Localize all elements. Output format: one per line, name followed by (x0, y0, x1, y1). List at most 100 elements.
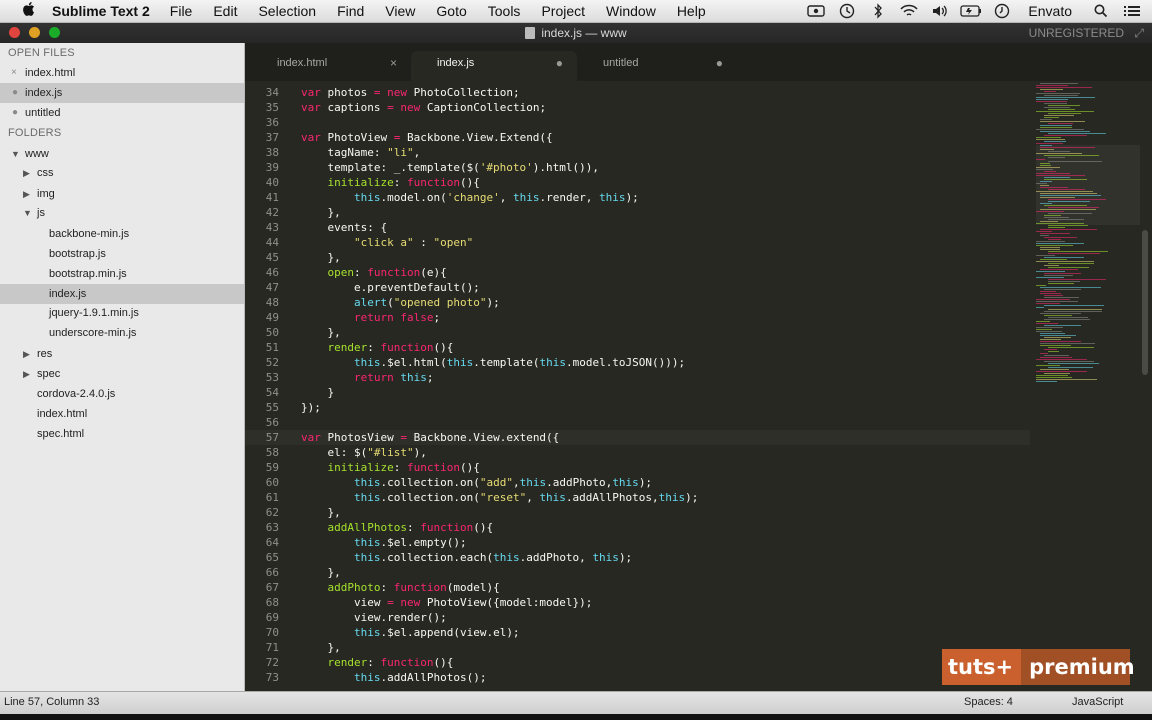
code-line[interactable]: events: { (301, 221, 387, 234)
vertical-scrollbar[interactable] (1142, 230, 1148, 375)
triangle-right-icon[interactable]: ▶ (23, 163, 30, 183)
fullscreen-icon[interactable]: ⤢ (1134, 26, 1144, 41)
unsaved-dot-icon[interactable]: ● (556, 56, 563, 70)
code-line[interactable]: } (301, 386, 334, 399)
menu-file[interactable]: File (170, 3, 193, 19)
code-editor[interactable]: var photos = new PhotoCollection; var cap… (285, 81, 1030, 691)
menu-find[interactable]: Find (337, 3, 364, 19)
unsaved-dot-icon[interactable]: ● (716, 56, 723, 70)
menu-edit[interactable]: Edit (213, 3, 237, 19)
minimap-line (1040, 131, 1090, 132)
folder-item-spec[interactable]: ▶ spec (0, 364, 244, 384)
tab-untitled[interactable]: untitled ● (577, 51, 737, 81)
code-line[interactable]: addAllPhotos: function(){ (301, 521, 494, 534)
folder-item-res[interactable]: ▶ res (0, 344, 244, 364)
code-line[interactable]: view.render(); (301, 611, 447, 624)
code-line[interactable]: }); (301, 401, 321, 414)
wifi-icon[interactable] (898, 3, 920, 19)
code-line[interactable]: addPhoto: function(model){ (301, 581, 500, 594)
code-line[interactable]: this.$el.append(view.el); (301, 626, 520, 639)
clock-icon[interactable] (991, 3, 1013, 19)
file-item[interactable]: bootstrap.min.js (0, 264, 244, 284)
code-line[interactable]: var captions = new CaptionCollection; (301, 101, 546, 114)
triangle-down-icon[interactable]: ▼ (23, 203, 32, 223)
code-line[interactable]: this.model.on('change', this.render, thi… (301, 191, 639, 204)
volume-icon[interactable] (929, 3, 951, 19)
minimap-line (1036, 169, 1053, 170)
file-item-selected[interactable]: index.js (0, 284, 244, 304)
folder-item-img[interactable]: ▶ img (0, 184, 244, 204)
close-icon[interactable]: × (11, 63, 17, 83)
folder-item-js[interactable]: ▼ js (0, 203, 244, 223)
spotlight-search-icon[interactable] (1090, 3, 1112, 19)
code-line[interactable]: this.addAllPhotos(); (301, 671, 486, 684)
user-menu[interactable]: Envato (1028, 3, 1072, 19)
code-line[interactable]: var PhotoView = Backbone.View.Extend({ (301, 131, 553, 144)
code-line[interactable]: }, (301, 641, 340, 654)
code-line[interactable]: alert("opened photo"); (301, 296, 500, 309)
file-item[interactable]: index.html (0, 404, 244, 424)
file-item[interactable]: backbone-min.js (0, 224, 244, 244)
code-line[interactable]: }, (301, 506, 340, 519)
code-line[interactable]: "click a" : "open" (301, 236, 473, 249)
code-line[interactable]: tagName: "li", (301, 146, 420, 159)
tab-index-html[interactable]: index.html × (251, 51, 411, 81)
folder-item-www[interactable]: ▼ www (0, 144, 244, 164)
menu-goto[interactable]: Goto (436, 3, 466, 19)
code-line[interactable]: render: function(){ (301, 656, 454, 669)
file-item[interactable]: underscore-min.js (0, 323, 244, 343)
code-line[interactable]: }, (301, 326, 340, 339)
syntax-selector[interactable]: JavaScript (1072, 696, 1123, 708)
folder-item-css[interactable]: ▶ css (0, 163, 244, 183)
menu-view[interactable]: View (385, 3, 415, 19)
app-menu[interactable]: Sublime Text 2 (52, 3, 150, 19)
code-line[interactable]: el: $("#list"), (301, 446, 426, 459)
menu-tools[interactable]: Tools (488, 3, 521, 19)
code-line[interactable]: this.$el.empty(); (301, 536, 467, 549)
code-line[interactable]: e.preventDefault(); (301, 281, 480, 294)
screen-record-icon[interactable] (805, 3, 827, 19)
code-line[interactable]: }, (301, 566, 340, 579)
code-line[interactable]: this.collection.each(this.addPhoto, this… (301, 551, 632, 564)
triangle-right-icon[interactable]: ▶ (23, 344, 30, 364)
file-item[interactable]: jquery-1.9.1.min.js (0, 303, 244, 323)
minimap-line (1044, 217, 1069, 218)
triangle-down-icon[interactable]: ▼ (11, 144, 20, 164)
open-file-item[interactable]: ● index.js (0, 83, 244, 103)
code-line[interactable]: return false; (301, 311, 440, 324)
tab-index-js[interactable]: index.js ● (411, 51, 577, 81)
close-tab-icon[interactable]: × (390, 56, 397, 70)
battery-icon[interactable] (960, 3, 982, 19)
code-line[interactable]: this.collection.on("reset", this.addAllP… (301, 491, 698, 504)
code-line[interactable]: render: function(){ (301, 341, 454, 354)
file-item[interactable]: spec.html (0, 424, 244, 444)
code-line[interactable]: initialize: function(){ (301, 176, 480, 189)
apple-icon[interactable] (16, 1, 42, 21)
code-line[interactable]: open: function(e){ (301, 266, 447, 279)
indentation-setting[interactable]: Spaces: 4 (964, 696, 1013, 708)
code-line[interactable]: this.$el.html(this.template(this.model.t… (301, 356, 685, 369)
menu-selection[interactable]: Selection (258, 3, 316, 19)
bluetooth-icon[interactable] (867, 3, 889, 19)
code-line[interactable]: var photos = new PhotoCollection; (301, 86, 520, 99)
code-line[interactable]: this.collection.on("add",this.addPhoto,t… (301, 476, 652, 489)
triangle-right-icon[interactable]: ▶ (23, 184, 30, 204)
triangle-right-icon[interactable]: ▶ (23, 364, 30, 384)
open-file-item[interactable]: × index.html (0, 63, 244, 83)
code-line[interactable]: }, (301, 206, 340, 219)
file-item[interactable]: cordova-2.4.0.js (0, 384, 244, 404)
minimap[interactable] (1030, 81, 1140, 691)
code-line[interactable]: view = new PhotoView({model:model}); (301, 596, 592, 609)
menu-window[interactable]: Window (606, 3, 656, 19)
notification-center-icon[interactable] (1121, 3, 1143, 19)
code-line[interactable]: template: _.template($('#photo').html())… (301, 161, 599, 174)
open-file-item[interactable]: ● untitled (0, 103, 244, 123)
code-line[interactable]: var PhotosView = Backbone.View.extend({ (301, 431, 559, 444)
code-line[interactable]: }, (301, 251, 340, 264)
code-line[interactable]: initialize: function(){ (301, 461, 480, 474)
time-machine-icon[interactable] (836, 3, 858, 19)
file-item[interactable]: bootstrap.js (0, 244, 244, 264)
menu-project[interactable]: Project (541, 3, 585, 19)
menu-help[interactable]: Help (677, 3, 706, 19)
code-line[interactable]: return this; (301, 371, 434, 384)
